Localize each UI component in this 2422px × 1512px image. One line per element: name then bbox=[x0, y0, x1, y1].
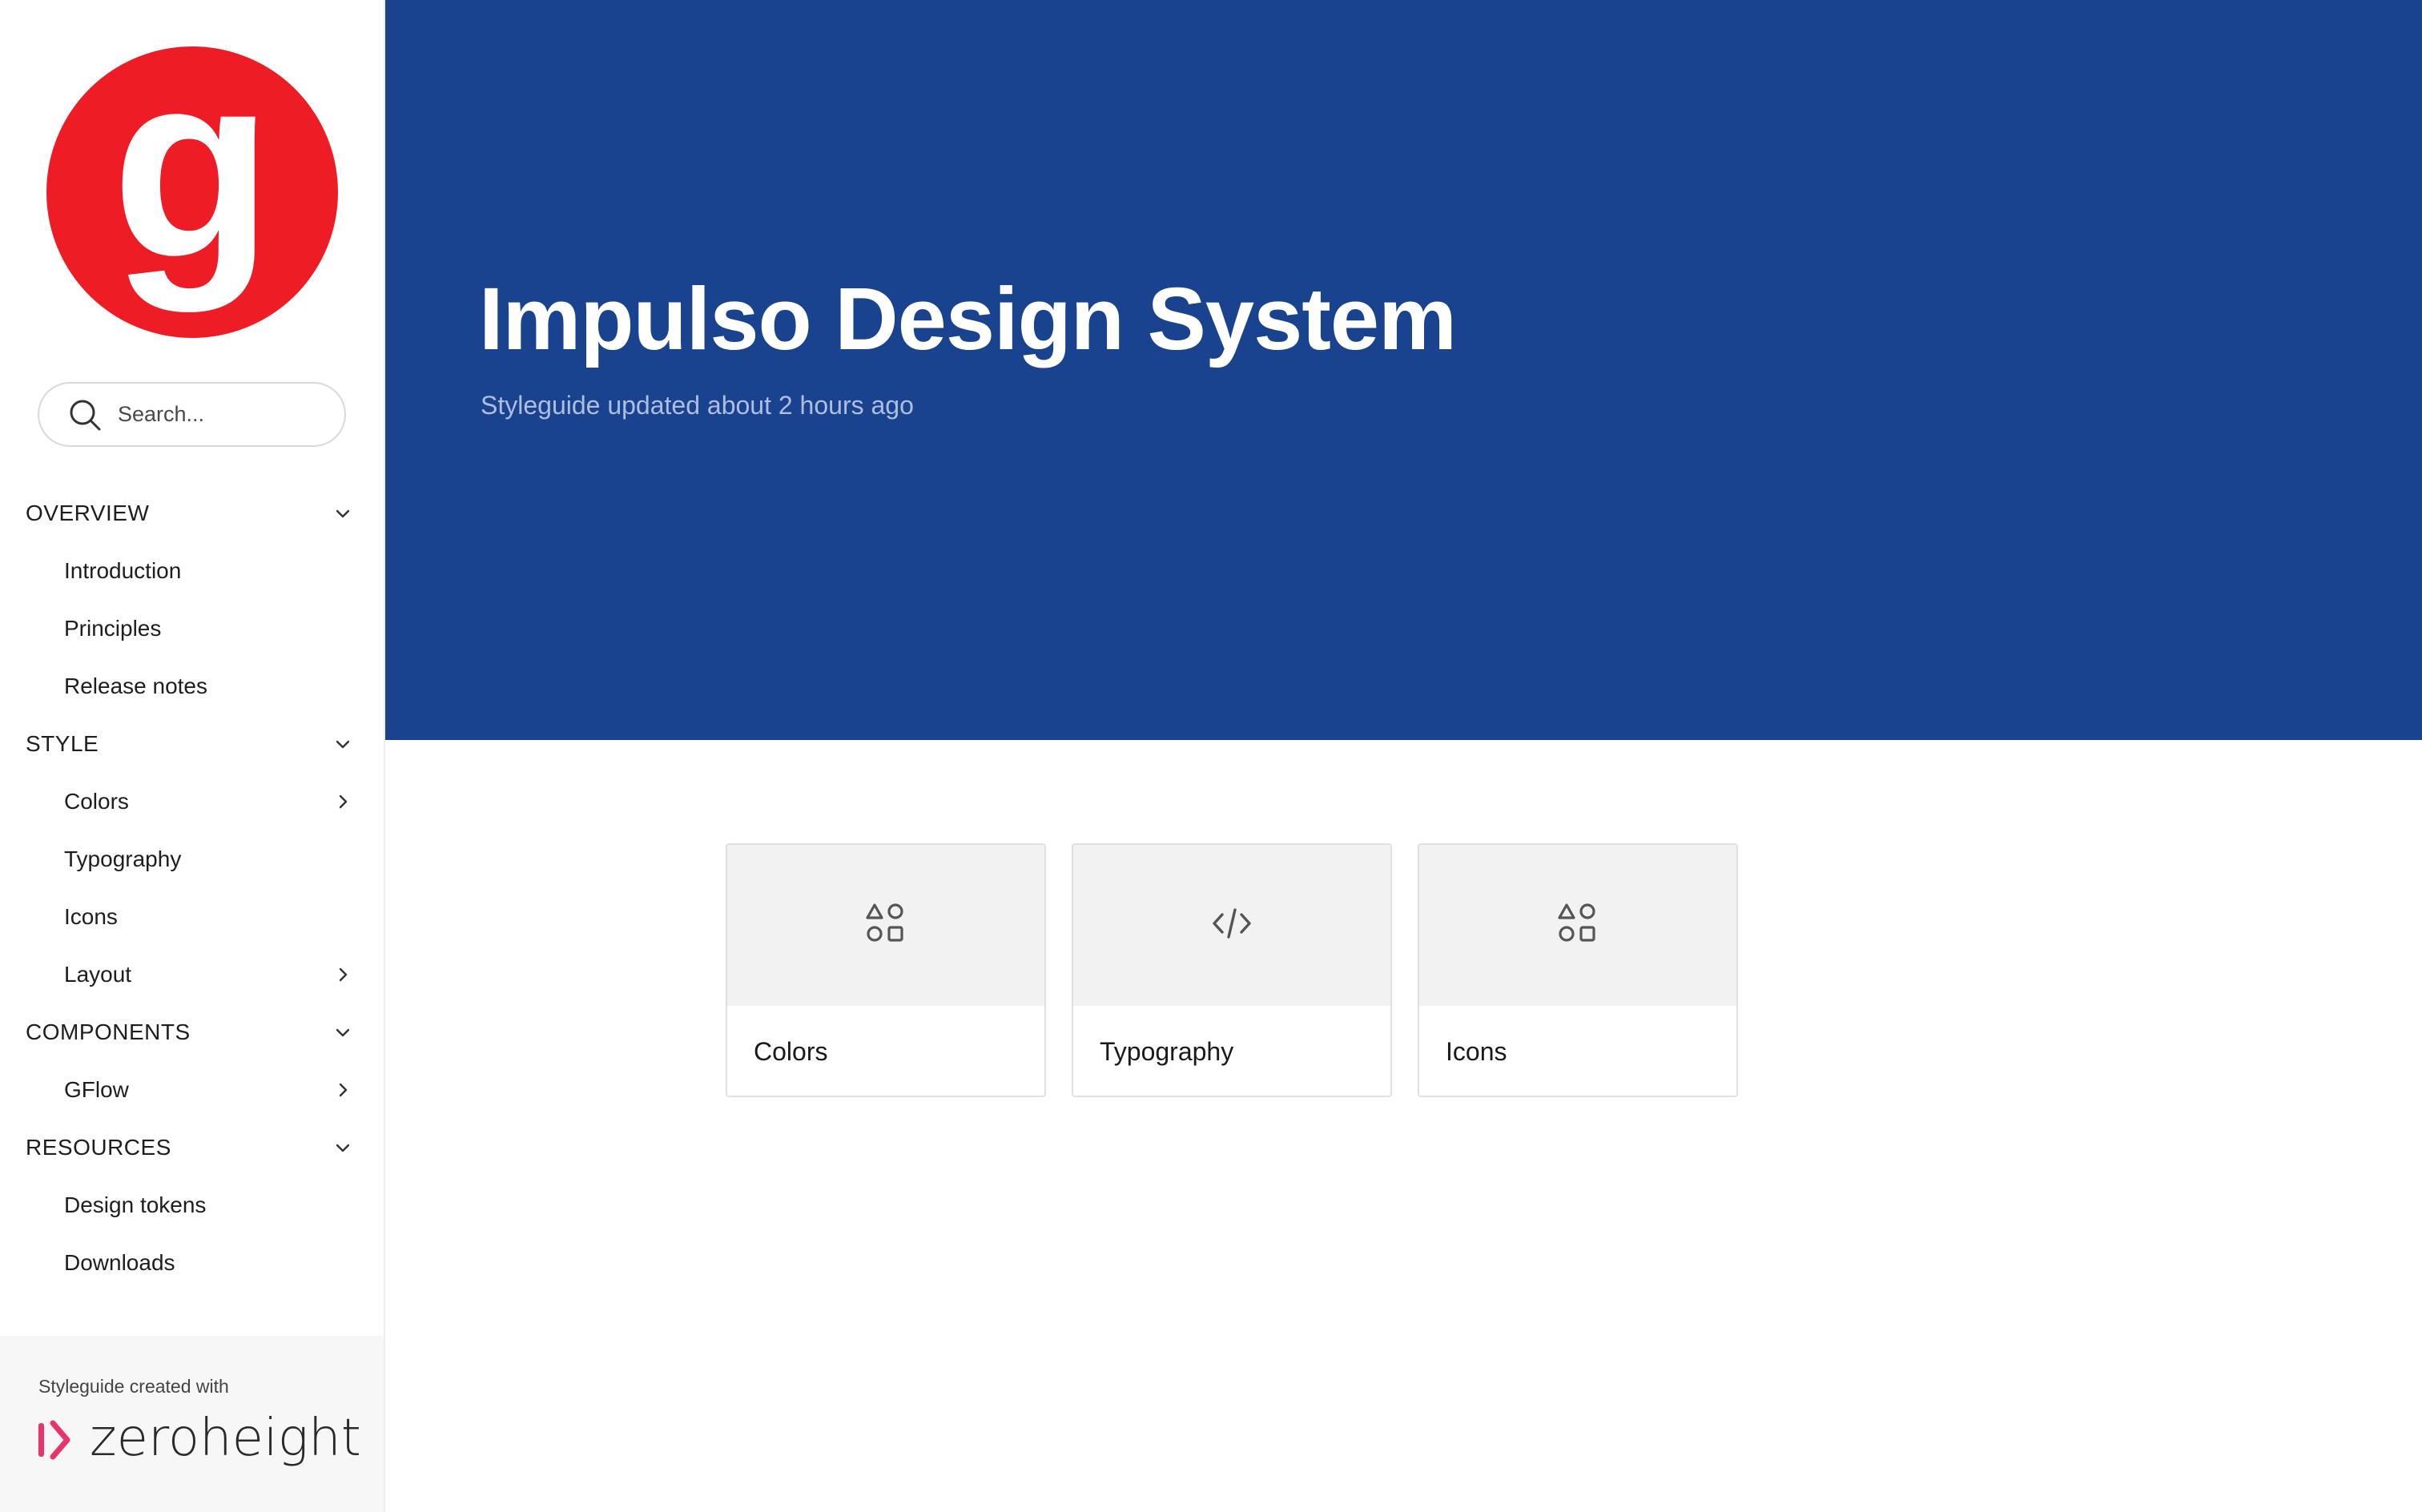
brand-logo[interactable]: g bbox=[46, 46, 338, 338]
sidebar-item-icons[interactable]: Icons bbox=[0, 888, 384, 946]
sidebar-item-label: GFlow bbox=[64, 1077, 129, 1102]
g-logo-icon: g bbox=[111, 46, 273, 314]
sidebar-item-label: Downloads bbox=[64, 1250, 175, 1275]
sidebar-item-release-notes[interactable]: Release notes bbox=[0, 657, 384, 715]
nav-section-label: STYLE bbox=[26, 731, 99, 756]
sidebar-item-label: Release notes bbox=[64, 674, 208, 698]
sidebar-item-label: Introduction bbox=[64, 558, 182, 583]
page-subtitle: Styleguide updated about 2 hours ago bbox=[481, 391, 914, 420]
sidebar-item-label: Icons bbox=[64, 904, 118, 929]
card-label: Colors bbox=[754, 1036, 828, 1066]
sidebar-item-gflow[interactable]: GFlow bbox=[0, 1061, 384, 1119]
zeroheight-logo-icon bbox=[38, 1420, 70, 1460]
sidebar: g OVERVIEW Introduction Principles Release … bbox=[0, 0, 385, 1512]
card-label: Typography bbox=[1100, 1036, 1234, 1066]
sidebar-item-principles[interactable]: Principles bbox=[0, 600, 384, 657]
code-icon bbox=[1210, 902, 1253, 949]
sidebar-item-label: Design tokens bbox=[64, 1192, 207, 1217]
svg-text:g: g bbox=[111, 46, 273, 314]
card-thumbnail bbox=[1073, 845, 1390, 1006]
card-typography[interactable]: Typography bbox=[1072, 843, 1392, 1097]
card-grid: Colors Typography Icons bbox=[726, 843, 1738, 1097]
nav-section-overview[interactable]: OVERVIEW bbox=[0, 485, 384, 542]
sidebar-footer: Styleguide created with zeroheight bbox=[0, 1336, 384, 1512]
sidebar-item-downloads[interactable]: Downloads bbox=[0, 1234, 384, 1292]
sidebar-item-introduction[interactable]: Introduction bbox=[0, 542, 384, 600]
sidebar-item-layout[interactable]: Layout bbox=[0, 946, 384, 1003]
sidebar-item-label: Layout bbox=[64, 962, 132, 987]
nav-section-style[interactable]: STYLE bbox=[0, 715, 384, 773]
footer-caption: Styleguide created with bbox=[38, 1376, 229, 1397]
chevron-right-icon[interactable] bbox=[332, 964, 353, 985]
sidebar-item-label: Typography bbox=[64, 846, 182, 871]
shapes-icon bbox=[864, 902, 907, 949]
styleguide-app: g OVERVIEW Introduction Principles Release … bbox=[0, 0, 2422, 1512]
zeroheight-wordmark: zeroheight bbox=[90, 1409, 361, 1468]
nav-section-components[interactable]: COMPONENTS bbox=[0, 1003, 384, 1061]
zeroheight-brand[interactable]: zeroheight bbox=[37, 1413, 361, 1464]
search-input[interactable] bbox=[118, 402, 326, 427]
search-box bbox=[38, 382, 346, 447]
card-icons[interactable]: Icons bbox=[1418, 843, 1738, 1097]
nav-section-resources[interactable]: RESOURCES bbox=[0, 1119, 384, 1176]
nav-section-label: OVERVIEW bbox=[26, 501, 150, 525]
nav-section-label: RESOURCES bbox=[26, 1135, 171, 1160]
sidebar-item-colors[interactable]: Colors bbox=[0, 773, 384, 830]
chevron-right-icon[interactable] bbox=[332, 1080, 353, 1100]
sidebar-item-typography[interactable]: Typography bbox=[0, 830, 384, 888]
chevron-down-icon[interactable] bbox=[332, 1137, 353, 1158]
chevron-down-icon[interactable] bbox=[332, 503, 353, 524]
hero-banner: Impulso Design System Styleguide updated… bbox=[385, 0, 2422, 740]
chevron-right-icon[interactable] bbox=[332, 791, 353, 812]
main-content: Impulso Design System Styleguide updated… bbox=[385, 0, 2422, 1512]
shapes-icon bbox=[1556, 902, 1599, 949]
card-thumbnail bbox=[727, 845, 1044, 1006]
chevron-down-icon[interactable] bbox=[332, 1022, 353, 1043]
card-thumbnail bbox=[1419, 845, 1736, 1006]
chevron-down-icon[interactable] bbox=[332, 734, 353, 754]
nav-section-label: COMPONENTS bbox=[26, 1019, 191, 1044]
sidebar-item-design-tokens[interactable]: Design tokens bbox=[0, 1176, 384, 1234]
sidebar-item-label: Principles bbox=[64, 616, 162, 641]
card-colors[interactable]: Colors bbox=[726, 843, 1046, 1097]
page-title: Impulso Design System bbox=[479, 270, 1457, 368]
card-label: Icons bbox=[1446, 1036, 1507, 1066]
search-icon[interactable] bbox=[68, 398, 102, 432]
sidebar-item-label: Colors bbox=[64, 789, 129, 814]
sidebar-nav: OVERVIEW Introduction Principles Release no… bbox=[0, 485, 384, 1292]
